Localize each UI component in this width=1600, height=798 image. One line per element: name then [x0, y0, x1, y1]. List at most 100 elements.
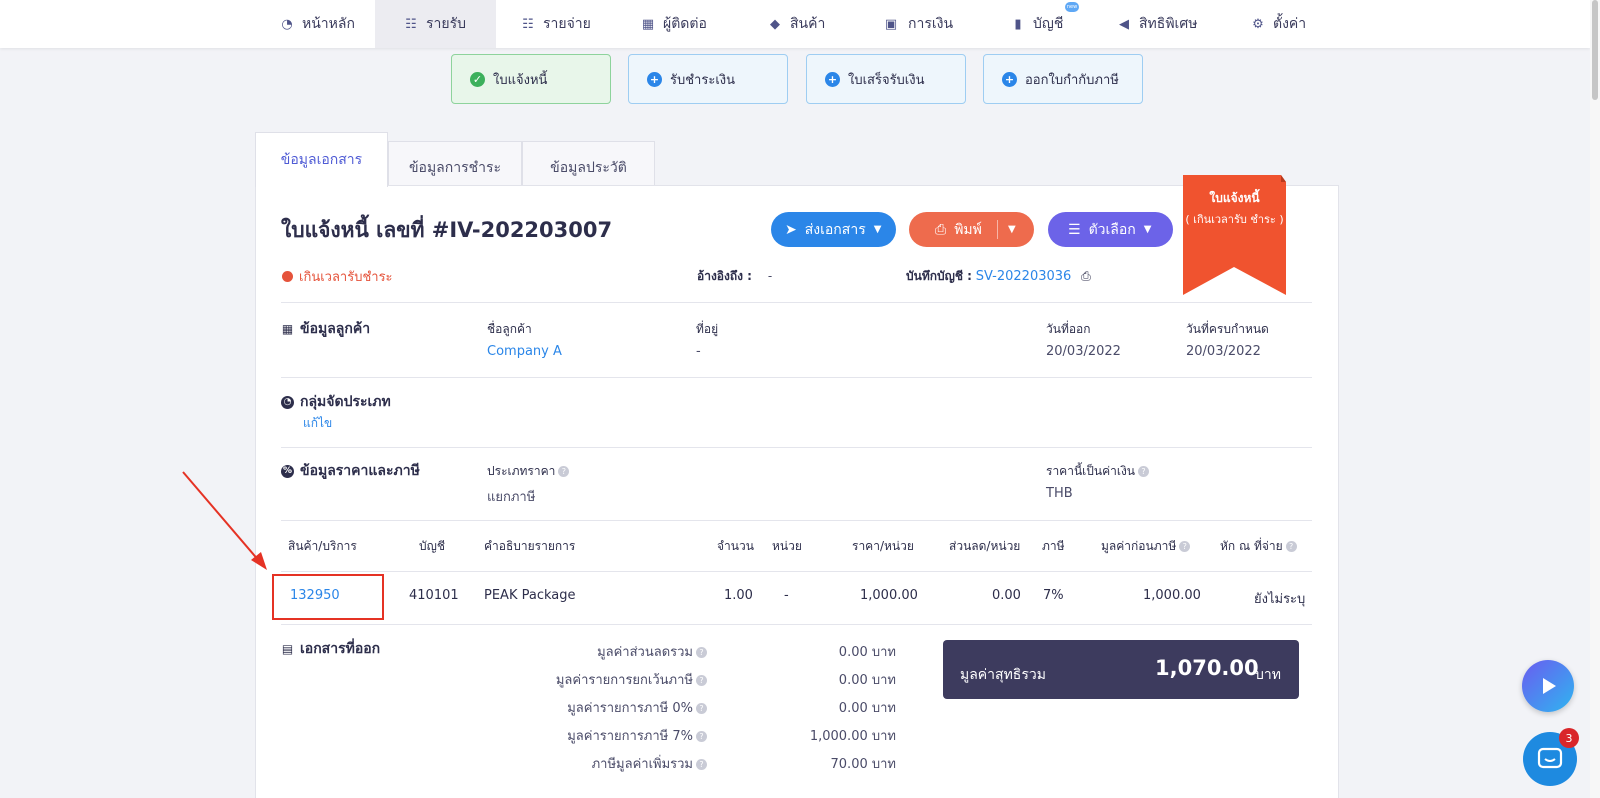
pricing-section-title: % ข้อมูลราคาและภาษี: [281, 460, 420, 482]
plus-circle-icon: +: [647, 71, 662, 87]
edit-category-link[interactable]: แก้ไข: [303, 414, 332, 433]
price-cell: 1,000.00: [860, 588, 918, 603]
quantity-cell: 1.00: [724, 588, 753, 603]
help-icon[interactable]: ?: [696, 675, 707, 686]
play-tutorial-button[interactable]: [1522, 660, 1574, 712]
nav-label: ตั้งค่า: [1273, 16, 1307, 32]
issue-date-label: วันที่ออก: [1046, 322, 1091, 336]
printer-icon: ⎙: [935, 221, 947, 238]
label-text: ภาษีมูลค่าเพิ่มรวม: [591, 757, 693, 772]
divider: [281, 624, 1312, 625]
category-section-title: ◔ กลุ่มจัดประเภท: [281, 391, 391, 413]
nav-label: รายจ่าย: [543, 16, 591, 32]
chat-button[interactable]: 3: [1523, 728, 1579, 786]
action-invoice[interactable]: ✓ ใบแจ้งหนี้: [451, 54, 611, 104]
nav-label: สินค้า: [790, 16, 826, 32]
section-label: ข้อมูลราคาและภาษี: [300, 463, 420, 479]
price-type-label: ประเภทราคา?: [487, 462, 570, 481]
summary-value: 0.00 บาท: [838, 673, 896, 688]
summary-label: มูลค่ารายการภาษี 0%?: [467, 697, 707, 718]
menu-lines-icon: ☰: [1068, 221, 1081, 238]
help-icon[interactable]: ?: [558, 466, 570, 477]
paper-plane-icon: ➤: [785, 221, 797, 238]
scrollbar-thumb[interactable]: [1592, 0, 1598, 100]
reference-value: -: [767, 269, 773, 283]
action-tax-invoice[interactable]: + ออกใบกำกับภาษี: [983, 54, 1143, 104]
column-header: หัก ณ ที่จ่าย?: [1220, 537, 1297, 556]
help-icon[interactable]: ?: [1179, 541, 1191, 552]
gear-icon: ⚙: [1252, 16, 1264, 32]
divider: [281, 377, 1312, 378]
nav-item-expense[interactable]: ☷ รายจ่าย: [521, 0, 611, 48]
nav-item-contacts[interactable]: ▦ ผู้ติดต่อ: [641, 0, 741, 48]
expense-list-icon: ☷: [522, 16, 534, 32]
printer-icon[interactable]: ⎙: [1081, 269, 1091, 284]
page-scrollbar[interactable]: [1590, 0, 1600, 798]
divider: [281, 520, 1312, 521]
address-value: -: [696, 344, 701, 359]
nav-item-settings[interactable]: ⚙ ตั้งค่า: [1251, 0, 1341, 48]
journal-label: บันทึกบัญชี :: [906, 269, 972, 283]
check-circle-icon: ✓: [470, 71, 485, 87]
summary-label: มูลค่ารายการภาษี 7%?: [467, 725, 707, 746]
income-list-icon: ☷: [405, 16, 417, 32]
label-text: ประเภทราคา: [487, 464, 556, 478]
journal-link[interactable]: SV-202203036: [976, 269, 1072, 284]
help-icon[interactable]: ?: [1285, 541, 1297, 552]
column-header: บัญชี: [419, 539, 445, 553]
action-label: ใบแจ้งหนี้: [493, 72, 548, 88]
label-text: มูลค่าส่วนลดรวม: [597, 645, 693, 660]
description-cell: PEAK Package: [484, 588, 576, 603]
nav-item-home[interactable]: ◔ หน้าหลัก: [280, 0, 370, 48]
issued-docs-section-title: ▤ เอกสารที่ออก: [281, 638, 380, 660]
chevron-down-icon[interactable]: ▼: [1008, 224, 1016, 235]
help-icon[interactable]: ?: [696, 731, 707, 742]
due-date-value: 20/03/2022: [1186, 344, 1261, 359]
help-icon[interactable]: ?: [696, 647, 707, 658]
action-receive-payment[interactable]: + รับชำระเงิน: [628, 54, 788, 104]
annotation-highlight-box: [272, 574, 384, 620]
action-label: ออกใบกำกับภาษี: [1025, 72, 1119, 88]
nav-item-accounting[interactable]: ▮ บัญชี new: [1011, 0, 1101, 48]
header-text: หัก ณ ที่จ่าย: [1220, 539, 1283, 553]
header-text: มูลค่าก่อนภาษี: [1101, 539, 1177, 553]
pie-chart-icon: ◔: [281, 395, 294, 409]
label-text: มูลค่ารายการยกเว้นภาษี: [555, 673, 693, 688]
plus-circle-icon: +: [825, 71, 840, 87]
nav-item-finance[interactable]: ▣ การเงิน: [882, 0, 982, 48]
due-date-label: วันที่ครบกำหนด: [1186, 322, 1269, 336]
pre-tax-cell: 1,000.00: [1143, 588, 1201, 603]
tab-document-info[interactable]: ข้อมูลเอกสาร: [255, 132, 388, 187]
nav-item-income[interactable]: ☷ รายรับ: [375, 0, 496, 48]
dashboard-icon: ◔: [281, 16, 293, 32]
customer-name-link[interactable]: Company A: [487, 344, 562, 359]
help-icon[interactable]: ?: [696, 703, 707, 714]
send-document-button[interactable]: ➤ ส่งเอกสาร ▼: [771, 212, 896, 247]
divider: [281, 302, 1312, 303]
percent-icon: %: [281, 464, 294, 478]
total-value: 1,070.00: [1155, 656, 1259, 680]
help-icon[interactable]: ?: [1138, 466, 1150, 477]
help-icon[interactable]: ?: [696, 759, 707, 770]
nav-label: บัญชี: [1033, 16, 1064, 32]
print-button[interactable]: ⎙ พิมพ์ ▼: [909, 212, 1034, 247]
button-label: ตัวเลือก: [1088, 221, 1136, 238]
tax-cell: 7%: [1043, 588, 1064, 603]
status-ribbon: ใบแจ้งหนี้ ( เกินเวลารับ ชำระ ): [1183, 175, 1286, 295]
nav-label: ผู้ติดต่อ: [663, 16, 707, 32]
nav-label: หน้าหลัก: [302, 16, 355, 32]
tab-label: ข้อมูลเอกสาร: [280, 152, 363, 168]
product-box-icon: ◆: [770, 16, 780, 32]
new-badge: new: [1065, 2, 1079, 12]
status-badge: เกินเวลารับชำระ: [282, 266, 393, 287]
withholding-cell: ยังไม่ระบุ: [1254, 592, 1306, 607]
play-icon: [1543, 678, 1556, 694]
chat-icon: [1537, 747, 1563, 769]
options-button[interactable]: ☰ ตัวเลือก ▼: [1048, 212, 1173, 247]
nav-item-privileges[interactable]: ◀ สิทธิพิเศษ: [1117, 0, 1227, 48]
nav-item-products[interactable]: ◆ สินค้า: [768, 0, 858, 48]
ribbon-subtitle: ( เกินเวลารับ ชำระ ): [1185, 213, 1284, 226]
action-receipt[interactable]: + ใบเสร็จรับเงิน: [806, 54, 966, 104]
section-label: ข้อมูลลูกค้า: [300, 321, 371, 337]
label-text: มูลค่ารายการภาษี 0%: [567, 701, 693, 716]
